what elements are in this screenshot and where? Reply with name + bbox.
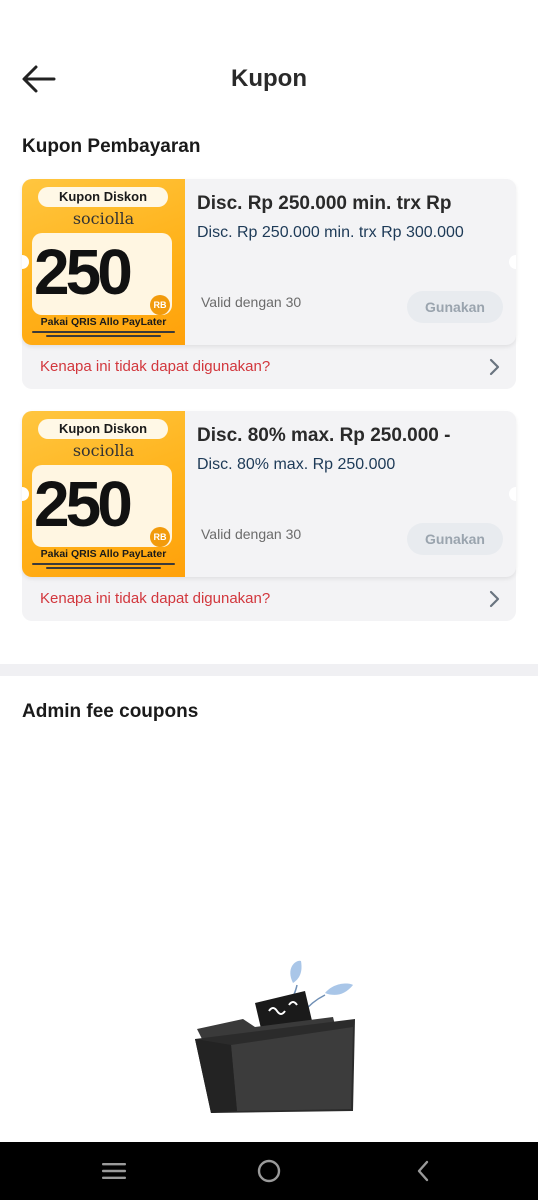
banner-unit: RB [150, 527, 170, 547]
system-navigation-bar [0, 1142, 538, 1200]
page-title: Kupon [231, 65, 307, 92]
banner-amount: 250 [34, 236, 133, 308]
coupon-validity: Valid dengan 30 [201, 294, 302, 310]
banner-label: Kupon Diskon [38, 187, 168, 207]
why-unusable-link[interactable]: Kenapa ini tidak dapat digunakan? [22, 577, 516, 621]
use-coupon-button[interactable]: Gunakan [407, 291, 503, 323]
banner-brand: sociolla [72, 209, 135, 228]
empty-folder-illustration [185, 955, 365, 1115]
recent-apps-button[interactable] [101, 1161, 127, 1181]
why-unusable-link[interactable]: Kenapa ini tidak dapat digunakan? [22, 345, 516, 389]
banner-tagline: Pakai QRIS Allo PayLater [40, 548, 167, 560]
banner-brand: sociolla [72, 441, 135, 460]
banner-fine-print [32, 331, 175, 339]
chevron-right-icon [489, 358, 500, 376]
use-coupon-button[interactable]: Gunakan [407, 523, 503, 555]
coupon-info: Disc. Rp 250.000 min. trx Rp Disc. Rp 25… [197, 179, 516, 345]
coupon-validity: Valid dengan 30 [201, 526, 302, 542]
banner-fine-print [32, 563, 175, 571]
coupon-banner-image: Kupon Diskon sociolla 250 RB Pakai QRIS … [22, 411, 185, 577]
coupon-description: Disc. Rp 250.000 min. trx Rp 300.000 [197, 224, 464, 241]
system-back-button[interactable] [415, 1159, 431, 1183]
coupon-title: Disc. 80% max. Rp 250.000 - [197, 425, 451, 446]
chevron-left-icon [417, 1160, 429, 1182]
ticket-notch [509, 255, 516, 269]
banner-unit: RB [150, 295, 170, 315]
recent-apps-icon [102, 1163, 126, 1179]
coupon-banner-image: Kupon Diskon sociolla 250 RB Pakai QRIS … [22, 179, 185, 345]
section-title-admin-fee: Admin fee coupons [22, 701, 199, 722]
home-button[interactable] [257, 1159, 281, 1183]
coupon-description: Disc. 80% max. Rp 250.000 [197, 456, 396, 473]
banner-tagline: Pakai QRIS Allo PayLater [40, 316, 167, 328]
chevron-right-icon [489, 590, 500, 608]
coupon-card: Kupon Diskon sociolla 250 RB Pakai QRIS … [22, 411, 516, 621]
section-title-payment: Kupon Pembayaran [22, 136, 201, 157]
banner-amount: 250 [34, 468, 133, 540]
coupon-card: Kupon Diskon sociolla 250 RB Pakai QRIS … [22, 179, 516, 389]
why-unusable-text: Kenapa ini tidak dapat digunakan? [40, 590, 271, 607]
section-divider [0, 664, 538, 676]
top-bar: Kupon [0, 40, 538, 116]
ticket-notch [509, 487, 516, 501]
coupon-ticket: Kupon Diskon sociolla 250 RB Pakai QRIS … [22, 411, 516, 577]
coupon-ticket: Kupon Diskon sociolla 250 RB Pakai QRIS … [22, 179, 516, 345]
banner-label: Kupon Diskon [38, 419, 168, 439]
coupon-info: Disc. 80% max. Rp 250.000 - Disc. 80% ma… [197, 411, 516, 577]
why-unusable-text: Kenapa ini tidak dapat digunakan? [40, 358, 271, 375]
coupon-title: Disc. Rp 250.000 min. trx Rp [197, 193, 452, 214]
home-circle-icon [257, 1159, 281, 1183]
